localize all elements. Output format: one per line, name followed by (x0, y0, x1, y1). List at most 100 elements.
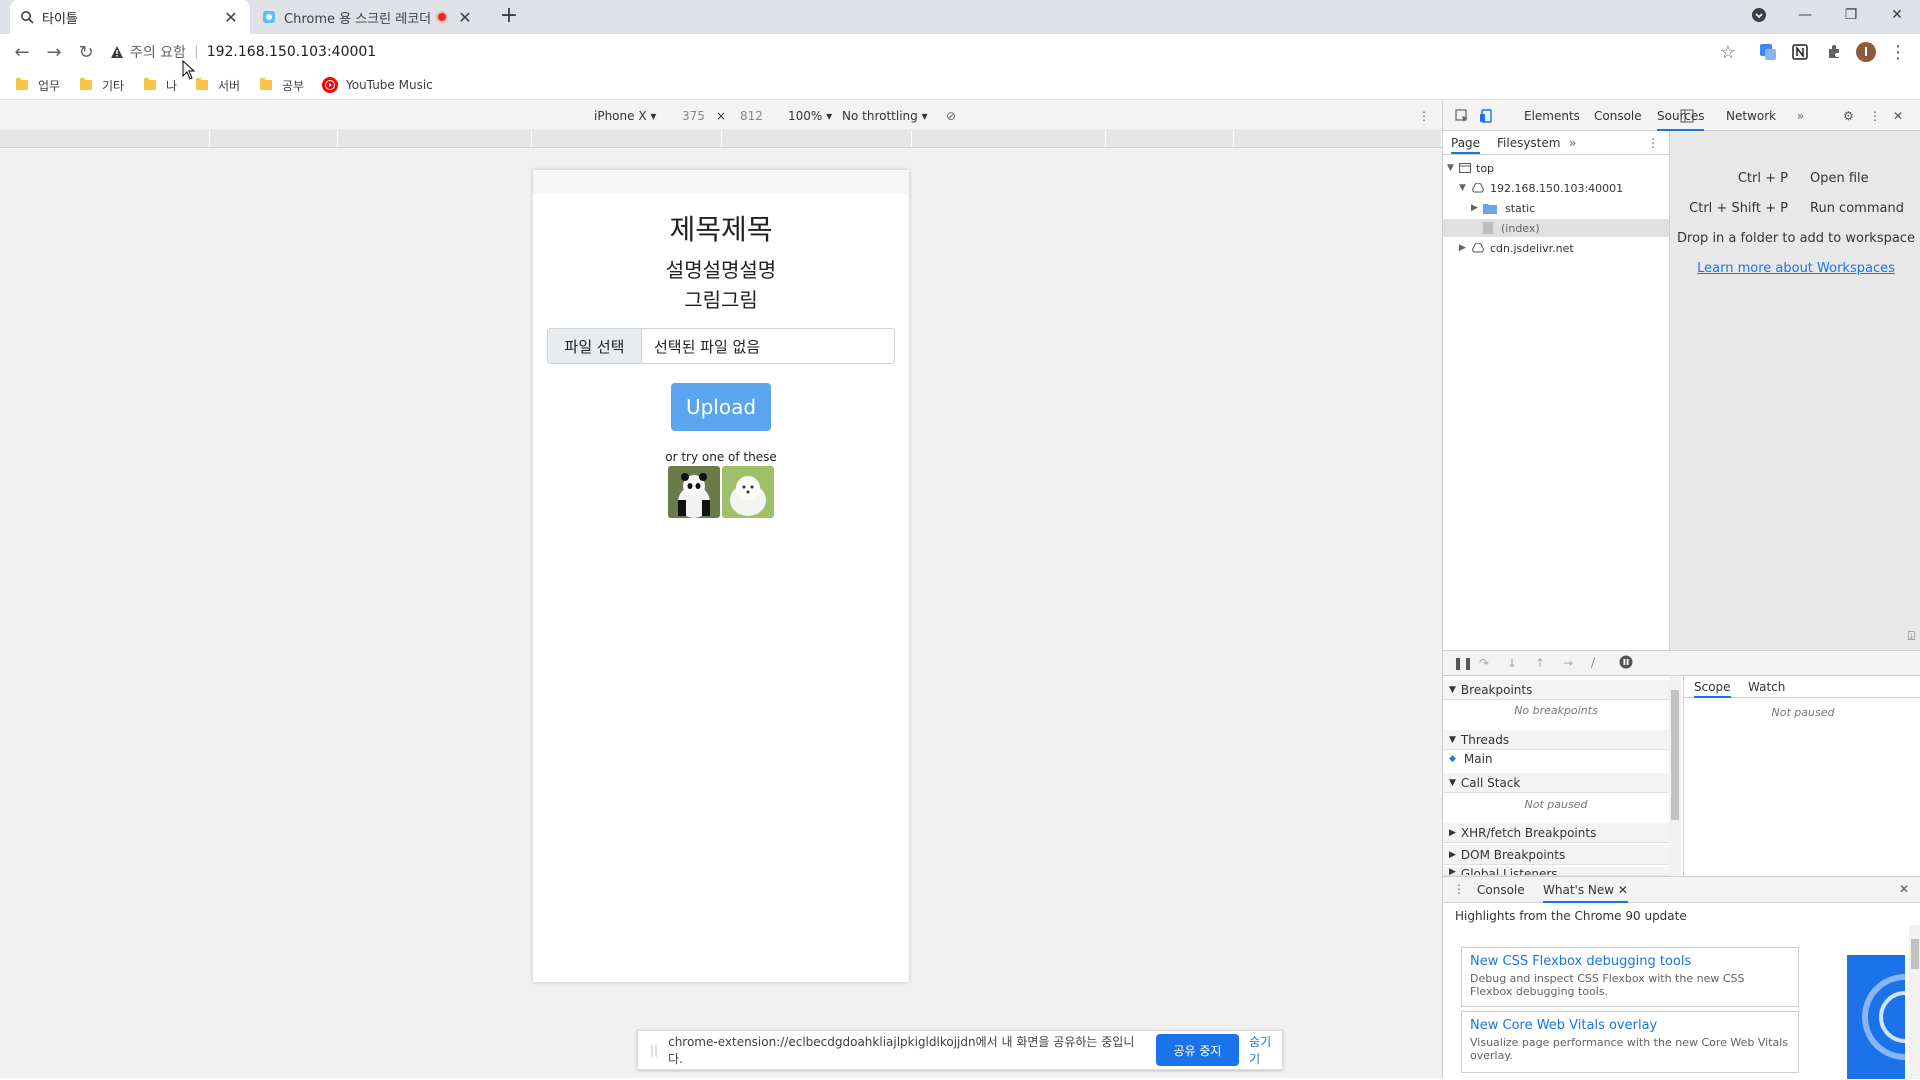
settings-gear-icon[interactable]: ⚙ (1843, 109, 1854, 123)
media-query-segment[interactable] (338, 131, 532, 147)
extensions-puzzle-icon[interactable] (1822, 40, 1846, 64)
bookmark-youtube-music[interactable]: YouTube Music (322, 76, 433, 94)
toggle-debugger-icon[interactable]: ⍗ (1908, 629, 1915, 644)
new-tab-button[interactable]: + (498, 5, 520, 28)
step-into-icon[interactable]: ↓ (1507, 656, 1517, 670)
hide-button[interactable]: 숨기기 (1249, 1033, 1282, 1067)
file-input[interactable]: 파일 선택 선택된 파일 없음 (547, 328, 895, 364)
url-text[interactable]: 192.168.150.103:40001 (207, 44, 377, 60)
pause-on-exceptions-icon[interactable] (1619, 655, 1633, 669)
tab-console[interactable]: Console (1594, 109, 1642, 123)
deactivate-breakpoints-icon[interactable]: ⧸ (1591, 656, 1595, 671)
zoom-select[interactable]: 100% ▾ (788, 109, 832, 123)
tree-item-top[interactable]: ▼ top (1443, 159, 1669, 177)
media-query-segment[interactable] (912, 131, 1106, 147)
drag-handle-icon[interactable]: || (650, 1043, 658, 1057)
workspaces-link[interactable]: Learn more about Workspaces (1670, 261, 1920, 276)
collapse-arrow-icon[interactable]: ▶ (1459, 243, 1471, 253)
media-query-segment[interactable] (532, 131, 722, 147)
security-warning-label[interactable]: 주의 요함 (130, 42, 186, 62)
media-query-segment[interactable] (1234, 131, 1442, 147)
tab-drawer-console[interactable]: Console (1477, 883, 1525, 897)
bookmark-star-icon[interactable]: ☆ (1716, 40, 1740, 64)
section-xhr-breakpoints[interactable]: ▶ XHR/fetch Breakpoints (1443, 823, 1669, 843)
devtools-menu-icon[interactable]: ⋮ (1869, 109, 1881, 123)
chrome-menu-icon[interactable]: ⋮ (1886, 40, 1910, 64)
media-query-segment[interactable] (722, 131, 912, 147)
restore-icon[interactable]: ❐ (1828, 0, 1874, 30)
upload-button[interactable]: Upload (671, 383, 771, 431)
media-query-segment[interactable] (1106, 131, 1234, 147)
tree-item-host[interactable]: ▼ 192.168.150.103:40001 (1443, 179, 1669, 197)
section-threads[interactable]: ▼ Threads (1443, 730, 1669, 750)
scrollbar-thumb[interactable] (1671, 690, 1679, 820)
tab-page[interactable]: Page (1451, 136, 1481, 154)
device-select[interactable]: iPhone X ▾ (594, 109, 656, 123)
step-icon[interactable]: → (1563, 656, 1573, 670)
drawer-scrollbar[interactable] (1909, 925, 1920, 1079)
bookmark-folder[interactable]: 서버 (196, 76, 240, 94)
close-window-icon[interactable]: ✕ (1874, 0, 1920, 30)
tab-elements[interactable]: Elements (1524, 109, 1580, 123)
whats-new-card[interactable]: New Core Web Vitals overlay Visualize pa… (1461, 1011, 1799, 1073)
omnibox[interactable]: 주의 요함 | 192.168.150.103:40001 (110, 37, 1740, 67)
whats-new-card[interactable]: New CSS Flexbox debugging tools Debug an… (1461, 947, 1799, 1007)
tab-search-icon[interactable] (1736, 0, 1782, 30)
notion-extension-icon[interactable] (1788, 40, 1812, 64)
rotate-icon[interactable]: ⊘ (946, 109, 956, 123)
pause-icon[interactable]: ❚❚ (1453, 656, 1473, 670)
bookmark-folder[interactable]: 공부 (260, 76, 304, 94)
stop-sharing-button[interactable]: 공유 중지 (1155, 1034, 1240, 1066)
card-title[interactable]: New CSS Flexbox debugging tools (1470, 954, 1790, 969)
media-query-segment[interactable] (210, 131, 338, 147)
back-icon[interactable]: ← (10, 40, 34, 64)
step-over-icon[interactable]: ↷ (1479, 656, 1489, 670)
tab-network[interactable]: Network (1726, 109, 1776, 123)
section-global-listeners[interactable]: ▶ Global Listeners (1443, 867, 1669, 876)
media-query-bar[interactable] (0, 131, 1442, 148)
device-width-input[interactable]: 375 (682, 109, 705, 123)
device-height-input[interactable]: 812 (740, 109, 763, 123)
collapse-arrow-icon[interactable]: ▶ (1471, 203, 1483, 213)
profile-avatar[interactable] (1854, 40, 1878, 64)
section-call-stack[interactable]: ▼ Call Stack (1443, 773, 1669, 793)
panda-thumbnail[interactable] (668, 466, 720, 518)
expand-arrow-icon[interactable]: ▼ (1447, 163, 1459, 173)
inspect-element-icon[interactable] (1455, 109, 1469, 123)
expand-arrow-icon[interactable]: ▼ (1459, 183, 1471, 193)
bookmark-folder[interactable]: 나 (144, 76, 177, 94)
card-title[interactable]: New Core Web Vitals overlay (1470, 1018, 1790, 1033)
tree-item-static[interactable]: ▶ static (1443, 199, 1669, 217)
tab-scope[interactable]: Scope (1694, 680, 1731, 698)
navigator-menu-icon[interactable]: ⋮ (1647, 136, 1659, 150)
thread-main[interactable]: ◆ Main (1449, 752, 1493, 766)
media-query-segment[interactable] (0, 131, 210, 147)
toggle-sidebar-icon[interactable] (1680, 109, 1694, 123)
device-toolbar-menu-icon[interactable]: ⋮ (1418, 109, 1430, 123)
scrollbar-thumb[interactable] (1911, 939, 1919, 969)
step-out-icon[interactable]: ↑ (1535, 656, 1545, 670)
file-select-button[interactable]: 파일 선택 (548, 329, 642, 363)
tree-item-index[interactable]: (index) (1443, 219, 1669, 237)
section-breakpoints[interactable]: ▼ Breakpoints (1443, 680, 1669, 700)
close-devtools-icon[interactable]: ✕ (1893, 109, 1903, 123)
section-dom-breakpoints[interactable]: ▶ DOM Breakpoints (1443, 845, 1669, 865)
white-dog-thumbnail[interactable] (722, 466, 774, 518)
tab-recorder[interactable]: Chrome 용 스크린 레코더 ✕ (252, 0, 484, 34)
tab-whats-new[interactable]: What's New ✕ (1543, 883, 1628, 903)
translate-extension-icon[interactable] (1756, 40, 1780, 64)
more-tabs-icon[interactable]: » (1797, 109, 1804, 123)
close-tab-icon[interactable]: ✕ (222, 8, 240, 27)
sidebar-scrollbar[interactable] (1669, 676, 1681, 876)
reload-icon[interactable]: ↻ (74, 40, 98, 64)
bookmark-folder[interactable]: 기타 (80, 76, 124, 94)
more-navigator-tabs-icon[interactable]: » (1569, 136, 1576, 150)
close-whats-new-icon[interactable]: ✕ (1618, 883, 1628, 897)
tree-item-cdn[interactable]: ▶ cdn.jsdelivr.net (1443, 239, 1669, 257)
throttling-select[interactable]: No throttling ▾ (842, 109, 928, 123)
tab-watch[interactable]: Watch (1748, 680, 1785, 694)
device-toggle-icon[interactable] (1479, 109, 1493, 123)
tab-filesystem[interactable]: Filesystem (1497, 136, 1560, 150)
minimize-icon[interactable]: — (1782, 0, 1828, 30)
close-drawer-icon[interactable]: ✕ (1899, 882, 1909, 896)
